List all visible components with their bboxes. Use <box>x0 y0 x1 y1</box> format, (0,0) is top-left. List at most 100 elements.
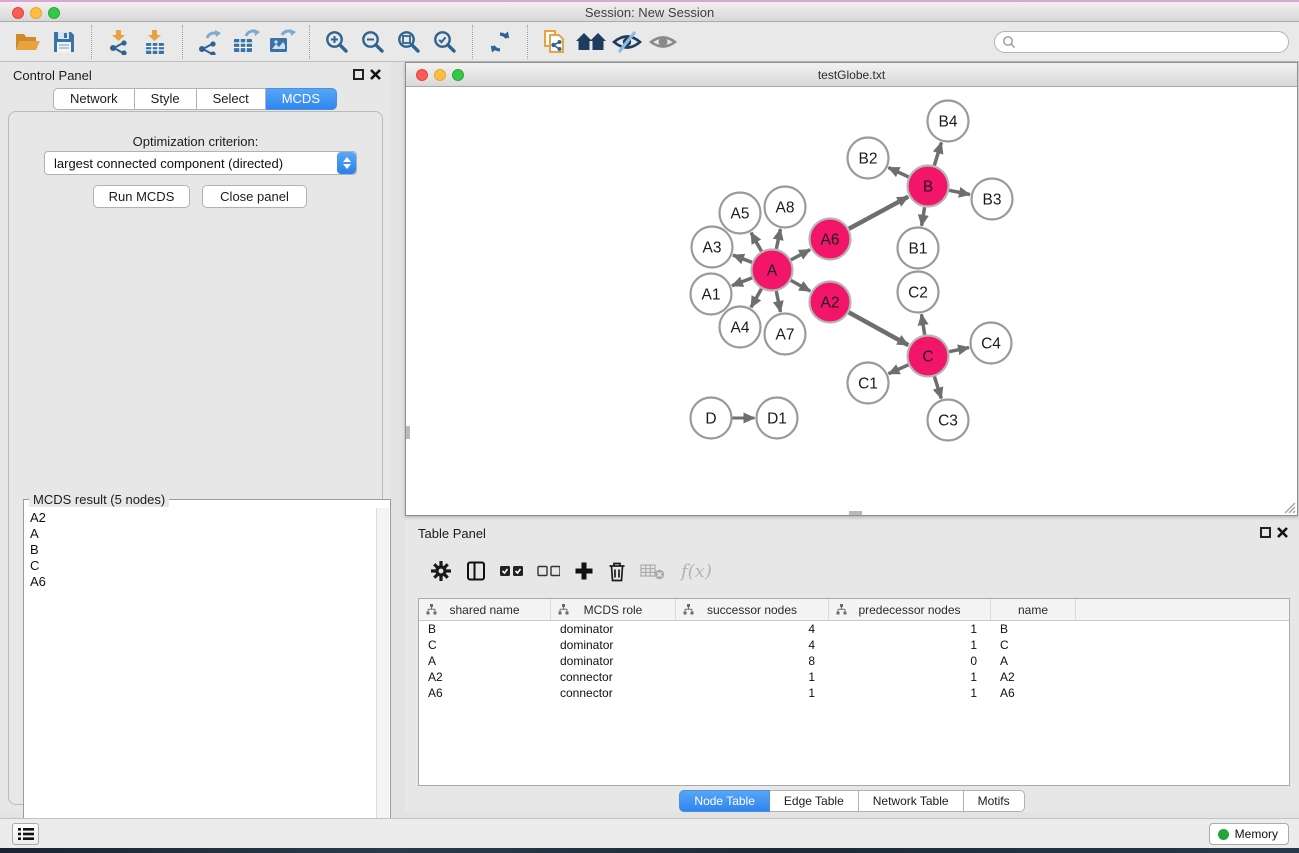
show-all-icon[interactable] <box>645 26 681 58</box>
zoom-selected-icon[interactable] <box>427 26 463 58</box>
graph-node-D[interactable]: D <box>691 398 732 439</box>
table-row[interactable]: Bdominator41B <box>419 621 1289 637</box>
graph-edge-A2-C[interactable] <box>849 312 908 345</box>
result-item[interactable]: A6 <box>30 574 376 590</box>
table-row[interactable]: A2connector11A2 <box>419 669 1289 685</box>
tab-select[interactable]: Select <box>197 88 266 110</box>
graph-edge-B-B1[interactable] <box>922 207 925 226</box>
graph-node-B2[interactable]: B2 <box>848 138 889 179</box>
zoom-fit-icon[interactable] <box>391 26 427 58</box>
tab-style[interactable]: Style <box>135 88 197 110</box>
add-column-icon[interactable] <box>574 556 594 586</box>
canvas-hscroll-thumb[interactable] <box>849 511 862 515</box>
graph-edge-C-C1[interactable] <box>889 365 909 374</box>
export-table-icon[interactable] <box>228 26 264 58</box>
export-image-icon[interactable] <box>264 26 300 58</box>
network-canvas[interactable]: A A6 A2 B C A1 A3 A4 A5 A7 A8 B1 B2 B3B4 C1 C2 C3C4 D D1 <box>406 87 1297 515</box>
result-scrollbar[interactable] <box>376 508 389 842</box>
column-header-successor-nodes[interactable]: successor nodes <box>676 599 829 620</box>
graph-node-A[interactable]: A <box>752 250 793 291</box>
import-table-icon[interactable] <box>137 26 173 58</box>
graph-edge-A-A1[interactable] <box>732 278 752 286</box>
column-header-MCDS-role[interactable]: MCDS role <box>551 599 676 620</box>
close-panel-icon[interactable] <box>1276 526 1289 539</box>
column-header-predecessor-nodes[interactable]: predecessor nodes <box>829 599 991 620</box>
tab-network-table[interactable]: Network Table <box>859 790 964 812</box>
float-panel-icon[interactable] <box>353 69 364 80</box>
zoom-out-icon[interactable] <box>355 26 391 58</box>
graph-edge-A-A8[interactable] <box>776 229 780 249</box>
graph-edge-A-A2[interactable] <box>791 280 810 291</box>
close-panel-icon[interactable] <box>369 68 382 81</box>
delete-column-icon[interactable] <box>608 556 626 586</box>
graph-edge-B-B4[interactable] <box>934 143 941 166</box>
toggle-panel-icon[interactable] <box>466 556 486 586</box>
save-session-icon[interactable] <box>46 26 82 58</box>
task-history-button[interactable] <box>12 823 39 845</box>
search-input[interactable] <box>1016 33 1288 51</box>
tab-mcds[interactable]: MCDS <box>266 88 337 110</box>
column-header-name[interactable]: name <box>991 599 1076 620</box>
graph-node-A7[interactable]: A7 <box>765 314 806 355</box>
graph-node-C1[interactable]: C1 <box>848 363 889 404</box>
hide-selected-icon[interactable] <box>609 26 645 58</box>
zoom-in-icon[interactable] <box>319 26 355 58</box>
graph-edge-C-C2[interactable] <box>921 314 924 335</box>
graph-edge-C-C4[interactable] <box>949 348 969 352</box>
tab-edge-table[interactable]: Edge Table <box>770 790 859 812</box>
graph-edge-A-A5[interactable] <box>751 233 761 252</box>
graph-node-A4[interactable]: A4 <box>720 307 761 348</box>
graph-node-A5[interactable]: A5 <box>720 193 761 234</box>
graph-node-C[interactable]: C <box>908 336 949 377</box>
refresh-icon[interactable] <box>482 26 518 58</box>
graph-node-D1[interactable]: D1 <box>757 398 798 439</box>
result-item[interactable]: A <box>30 526 376 542</box>
graph-edge-C-C3[interactable] <box>934 377 941 399</box>
first-neighbors-icon[interactable] <box>573 26 609 58</box>
memory-button[interactable]: Memory <box>1209 823 1289 845</box>
float-panel-icon[interactable] <box>1260 527 1271 538</box>
table-row[interactable]: A6connector11A6 <box>419 685 1289 701</box>
result-item[interactable]: B <box>30 542 376 558</box>
import-network-icon[interactable] <box>101 26 137 58</box>
graph-node-A2[interactable]: A2 <box>810 282 851 323</box>
resize-grip-icon[interactable] <box>1282 500 1296 514</box>
graph-edge-A-A4[interactable] <box>751 289 761 308</box>
tab-network[interactable]: Network <box>53 88 135 110</box>
optimization-select[interactable]: largest connected component (directed) <box>44 151 357 175</box>
graph-node-C3[interactable]: C3 <box>928 400 969 441</box>
graph-node-C2[interactable]: C2 <box>898 272 939 313</box>
graph-edge-B-B3[interactable] <box>949 190 970 194</box>
graph-node-C4[interactable]: C4 <box>971 323 1012 364</box>
run-mcds-button[interactable]: Run MCDS <box>93 185 190 208</box>
export-network-icon[interactable] <box>192 26 228 58</box>
graph-node-A6[interactable]: A6 <box>810 219 851 260</box>
graph-node-B4[interactable]: B4 <box>928 101 969 142</box>
graph-node-A3[interactable]: A3 <box>692 227 733 268</box>
open-session-icon[interactable] <box>10 26 46 58</box>
graph-node-B1[interactable]: B1 <box>898 228 939 269</box>
graph-edge-A-A7[interactable] <box>776 291 780 312</box>
graph-node-B[interactable]: B <box>908 166 949 207</box>
settings-gear-icon[interactable] <box>430 556 452 586</box>
graph-node-A8[interactable]: A8 <box>765 187 806 228</box>
graph-edge-A6-B[interactable] <box>849 197 908 229</box>
network-window-titlebar[interactable]: testGlobe.txt <box>406 63 1297 87</box>
graph-edge-A-A6[interactable] <box>791 250 810 260</box>
graph-node-A1[interactable]: A1 <box>691 274 732 315</box>
graph-edge-A-A3[interactable] <box>733 255 752 262</box>
tab-motifs[interactable]: Motifs <box>964 790 1025 812</box>
clone-network-icon[interactable] <box>537 26 573 58</box>
column-header-shared-name[interactable]: shared name <box>419 599 551 620</box>
close-panel-button[interactable]: Close panel <box>202 185 307 208</box>
canvas-vscroll-thumb[interactable] <box>406 426 410 439</box>
graph-node-B3[interactable]: B3 <box>972 179 1013 220</box>
result-item[interactable]: C <box>30 558 376 574</box>
graph-edge-B-B2[interactable] <box>888 168 908 177</box>
table-row[interactable]: Cdominator41C <box>419 637 1289 653</box>
result-item[interactable]: A2 <box>30 510 376 526</box>
table-row[interactable]: Adominator80A <box>419 653 1289 669</box>
deselect-all-icon[interactable] <box>537 556 560 586</box>
select-all-icon[interactable] <box>500 556 523 586</box>
tab-node-table[interactable]: Node Table <box>679 790 770 812</box>
